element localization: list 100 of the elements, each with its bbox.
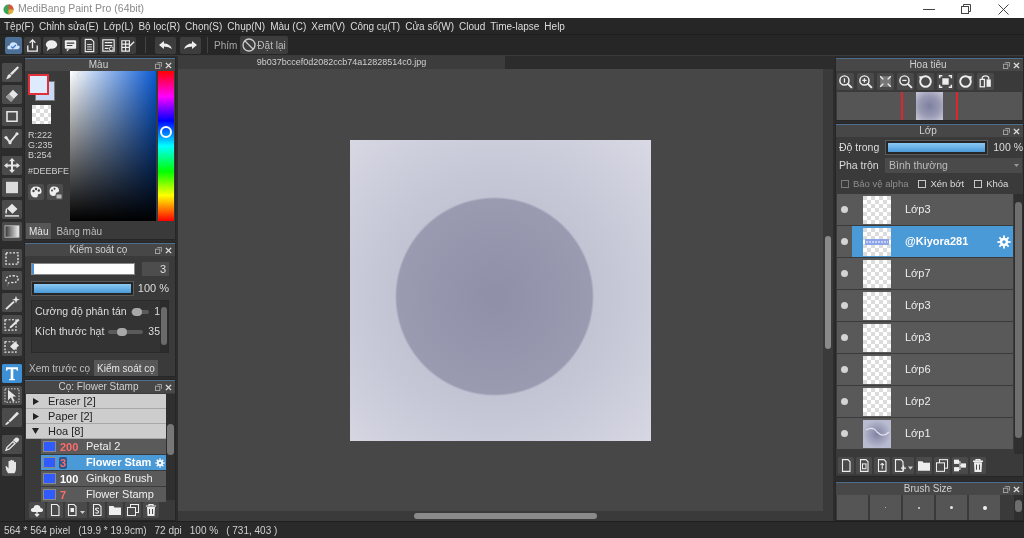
palette-icon[interactable] <box>28 184 44 200</box>
palette-settings-icon[interactable] <box>47 184 63 200</box>
selection-pen-icon[interactable] <box>2 315 22 334</box>
gear-icon[interactable] <box>997 234 1011 249</box>
page-icon[interactable] <box>47 502 63 518</box>
layer-row[interactable]: Lớp3 <box>837 194 1013 225</box>
color-field[interactable] <box>70 71 156 221</box>
menu-item[interactable]: Help <box>544 19 565 33</box>
reset-button[interactable]: Đặt lại <box>240 36 288 54</box>
cursor-icon[interactable] <box>2 386 22 405</box>
menu-item[interactable]: Lớp(L) <box>103 19 134 33</box>
cloud-check-icon[interactable] <box>5 36 22 54</box>
upload-icon[interactable] <box>24 36 41 54</box>
hue-slider[interactable] <box>158 71 174 221</box>
scrollbar-thumb[interactable] <box>167 424 174 455</box>
hand-icon[interactable] <box>2 457 22 476</box>
rotate-left-icon[interactable] <box>917 73 934 90</box>
text-tool-icon[interactable] <box>2 364 22 383</box>
flip-horizontal-icon[interactable] <box>977 73 994 90</box>
page-script-icon[interactable] <box>89 502 105 518</box>
slider-track[interactable] <box>108 328 144 336</box>
brush-size-field[interactable]: 3 <box>142 262 169 276</box>
menu-item[interactable]: Cloud <box>459 19 486 33</box>
move-arrows-icon[interactable] <box>2 156 22 175</box>
folder-icon[interactable] <box>107 502 123 518</box>
brush-group-row[interactable]: Paper [2] <box>26 409 166 424</box>
menu-item[interactable]: Tệp(F) <box>4 19 34 33</box>
menu-item[interactable]: Chụp(N) <box>227 19 266 33</box>
visibility-dot-icon[interactable] <box>841 398 848 405</box>
scrollbar-thumb[interactable] <box>414 513 597 519</box>
blend-mode-dropdown[interactable]: Bình thường <box>885 158 1022 173</box>
layer-row[interactable]: Lớp2 <box>837 386 1013 417</box>
float-icon[interactable] <box>1003 127 1010 135</box>
gradient-icon[interactable] <box>2 222 22 241</box>
filled-square-icon[interactable] <box>2 178 22 197</box>
brush-list-item[interactable]: 100 Ginkgo Brush <box>41 471 166 486</box>
fit-screen-icon[interactable] <box>877 73 894 90</box>
menu-item[interactable]: Công cụ(T) <box>350 19 401 33</box>
message-icon[interactable] <box>62 36 79 54</box>
page-badge-icon[interactable] <box>856 456 872 474</box>
layer-row[interactable]: Lớp1 <box>837 418 1013 449</box>
brush-icon[interactable] <box>2 63 22 82</box>
document-icon[interactable] <box>81 36 98 54</box>
scrollbar-thumb[interactable] <box>1015 500 1022 512</box>
float-icon[interactable] <box>155 246 162 254</box>
minimize-icon[interactable] <box>923 8 935 10</box>
close-icon[interactable] <box>998 3 1009 15</box>
brush-group-row[interactable]: Hoa [8] <box>26 424 166 439</box>
scrollbar-thumb[interactable] <box>825 236 831 349</box>
brush-size-slider[interactable] <box>31 263 135 275</box>
duplicate-icon[interactable] <box>934 456 950 474</box>
paint-bucket-icon[interactable] <box>2 200 22 219</box>
zoom-out-icon[interactable] <box>897 73 914 90</box>
menu-item[interactable]: Xem(V) <box>311 19 346 33</box>
panel-tab[interactable]: Màu <box>26 223 52 239</box>
page-icon[interactable] <box>838 456 854 474</box>
visibility-dot-icon[interactable] <box>841 430 848 437</box>
magic-wand-icon[interactable] <box>2 293 22 312</box>
selection-eraser-icon[interactable] <box>2 337 22 356</box>
float-icon[interactable] <box>1003 485 1010 493</box>
list-icon[interactable] <box>100 36 117 54</box>
menu-item[interactable]: Chỉnh sửa(E) <box>39 19 99 33</box>
trash-icon[interactable] <box>970 456 986 474</box>
brush-list-item[interactable]: 7 Flower Stamp <box>41 487 166 502</box>
slider-thumb[interactable] <box>117 328 128 336</box>
float-icon[interactable] <box>1003 61 1010 69</box>
panel-tab[interactable]: Kiểm soát cọ <box>94 360 158 376</box>
eyedropper-icon[interactable] <box>2 435 22 454</box>
hue-slider-thumb[interactable] <box>160 126 172 139</box>
layer-row[interactable]: Lớp3 <box>837 322 1013 353</box>
zoom-in-icon[interactable] <box>857 73 874 90</box>
restore-icon[interactable] <box>961 4 971 14</box>
square-outline-icon[interactable] <box>2 107 22 126</box>
menu-item[interactable]: Bộ lọc(R) <box>138 19 181 33</box>
layer-row[interactable]: Lớp7 <box>837 258 1013 289</box>
menu-item[interactable]: Cửa sổ(W) <box>405 19 455 33</box>
scrollbar-thumb[interactable] <box>161 307 167 345</box>
brush-group-row[interactable]: Eraser [2] <box>26 394 166 409</box>
visibility-dot-icon[interactable] <box>841 334 848 341</box>
gear-icon[interactable] <box>155 457 165 468</box>
menu-item[interactable]: Time-lapse <box>490 19 540 33</box>
zoom-actual-icon[interactable] <box>837 73 854 90</box>
layer-row[interactable]: Lớp3 <box>837 290 1013 321</box>
page-plus-caret-icon[interactable] <box>892 456 914 474</box>
visibility-dot-icon[interactable] <box>841 366 848 373</box>
slider-track[interactable] <box>130 308 150 316</box>
lasso-icon[interactable] <box>2 271 22 290</box>
fit-window-icon[interactable] <box>937 73 954 90</box>
merge-down-icon[interactable] <box>952 456 968 474</box>
rotate-right-icon[interactable] <box>957 73 974 90</box>
layer-row[interactable]: Lớp6 <box>837 354 1013 385</box>
menu-item[interactable]: Màu (C) <box>270 19 307 33</box>
grid-edit-icon[interactable] <box>119 36 136 54</box>
transparent-color-swatch[interactable] <box>32 105 51 124</box>
dashed-rectangle-icon[interactable] <box>2 249 22 268</box>
color-swatches-drawing[interactable] <box>28 74 55 101</box>
page-copy-caret-icon[interactable] <box>65 502 87 518</box>
float-icon[interactable] <box>155 383 162 391</box>
page-arrow-icon[interactable] <box>874 456 890 474</box>
visibility-dot-icon[interactable] <box>841 206 848 213</box>
